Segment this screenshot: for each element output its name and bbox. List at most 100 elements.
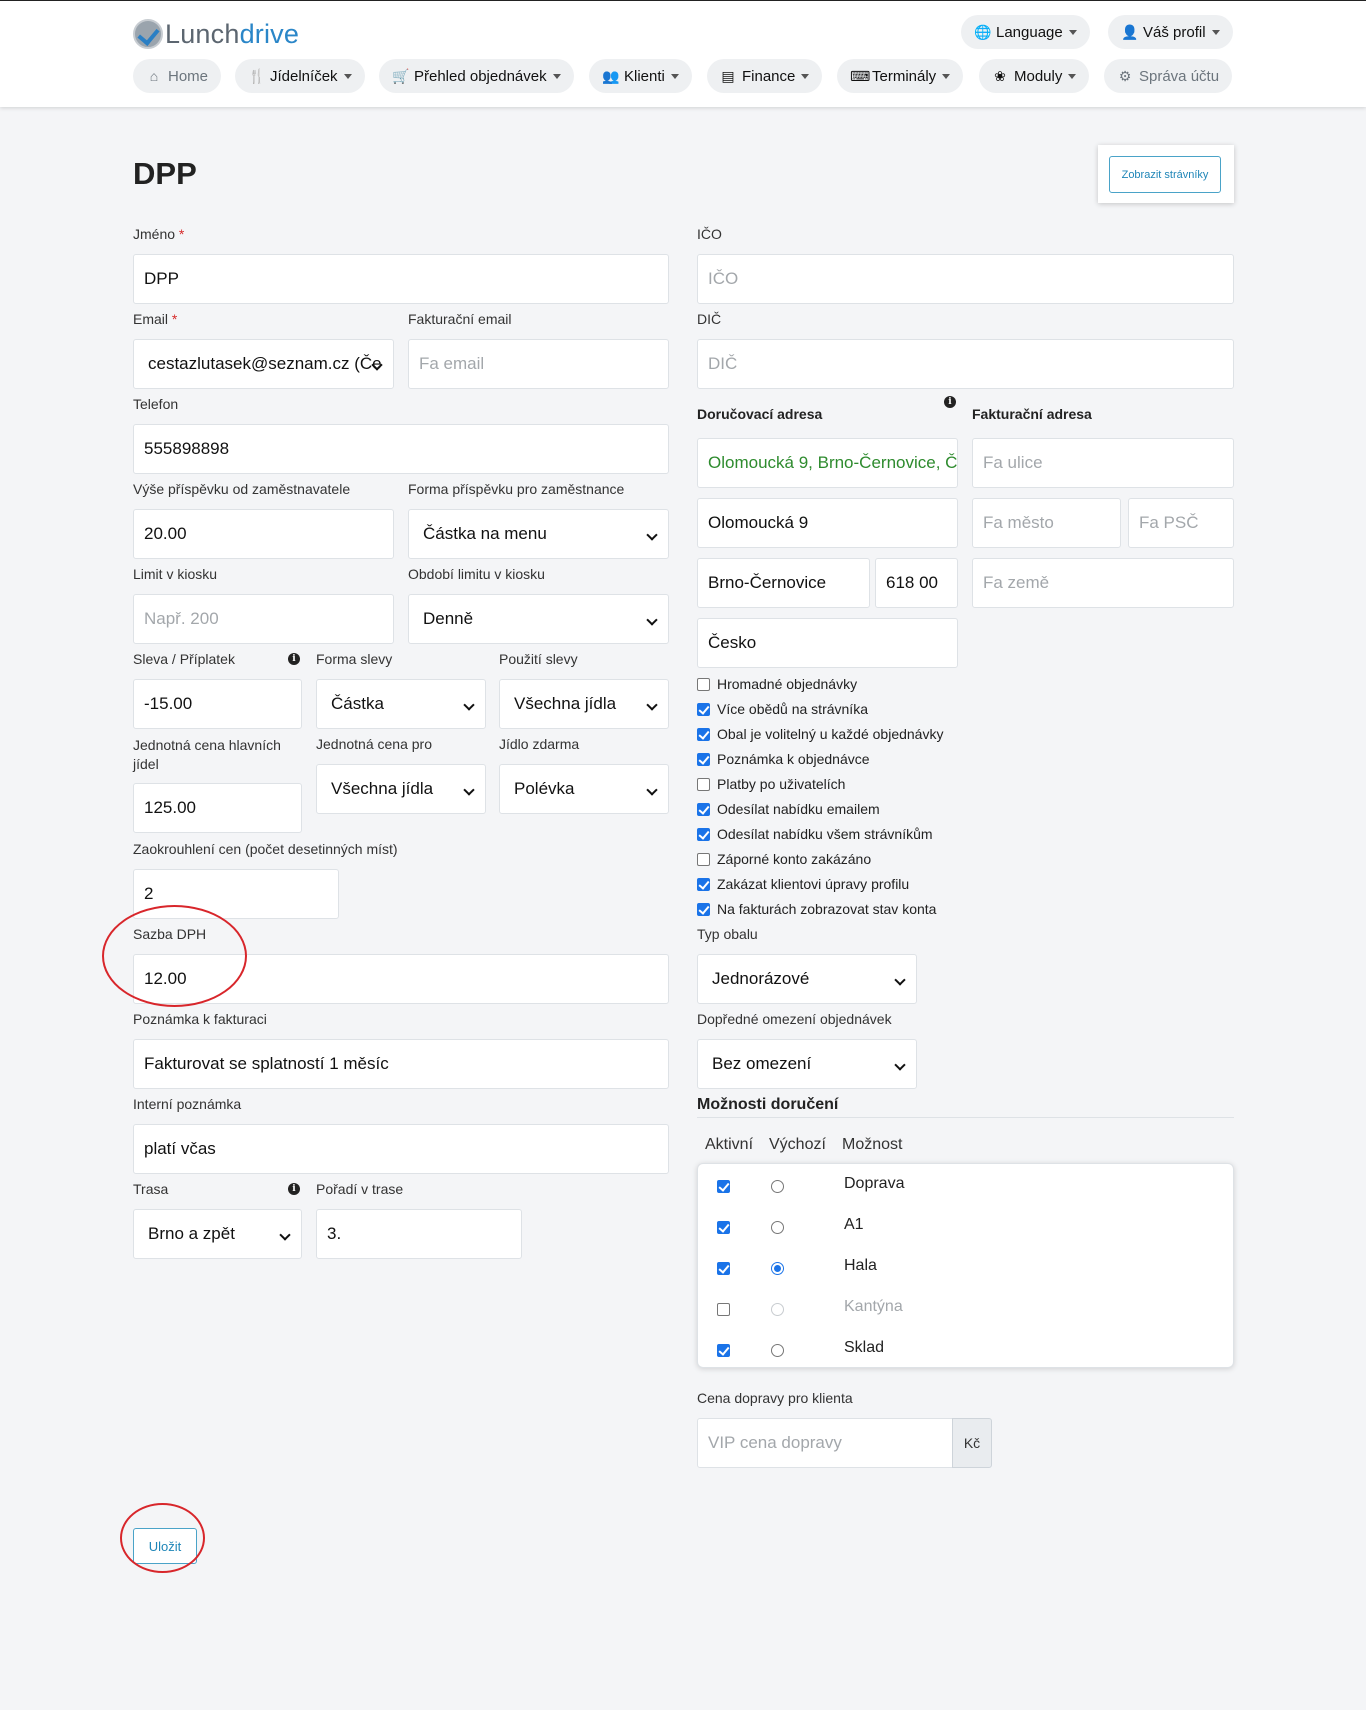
option-name: Sklad bbox=[844, 1339, 885, 1356]
delivery-street-input[interactable]: Olomoucká 9 bbox=[697, 498, 958, 548]
phone-label: Telefon bbox=[133, 396, 179, 412]
nav-clients[interactable]: 👥 Klienti bbox=[589, 59, 692, 93]
checkbox-disable-profile-edit[interactable]: Zakázat klientovi úpravy profilu bbox=[697, 876, 909, 892]
internal-note-input[interactable]: platí včas bbox=[133, 1124, 669, 1174]
contribution-form-select[interactable]: Částka na menu bbox=[408, 509, 669, 559]
show-diners-button[interactable]: Zobrazit strávníky bbox=[1109, 156, 1221, 193]
caret-down-icon bbox=[1068, 73, 1077, 79]
checkbox-send-offer-all[interactable]: Odesílat nabídku všem strávníkům bbox=[697, 826, 933, 842]
option-default-radio[interactable] bbox=[771, 1344, 784, 1357]
delivery-city-input[interactable]: Brno-Černovice bbox=[697, 558, 870, 608]
delivery-country-input[interactable]: Česko bbox=[697, 618, 958, 668]
checkbox-box[interactable] bbox=[697, 677, 710, 691]
checkbox-box[interactable] bbox=[697, 877, 710, 891]
route-order-input[interactable]: 3. bbox=[316, 1209, 522, 1259]
rounding-input[interactable]: 2 bbox=[133, 869, 339, 919]
divider bbox=[697, 1117, 1234, 1118]
nav-finance[interactable]: ▤ Finance bbox=[707, 59, 823, 93]
save-button[interactable]: Uložit bbox=[133, 1528, 197, 1564]
billing-zip-input[interactable]: Fa PSČ bbox=[1128, 498, 1234, 548]
route-select[interactable]: Brno a zpět bbox=[133, 1209, 302, 1259]
delivery-zip-input[interactable]: 618 00 bbox=[875, 558, 958, 608]
unit-price-for-select[interactable]: Všechna jídla bbox=[316, 764, 486, 814]
logo-text-lunch: Lunch bbox=[165, 18, 240, 49]
profile-dropdown[interactable]: 👤 Váš profil bbox=[1108, 15, 1233, 49]
caret-down-icon bbox=[343, 73, 352, 79]
contribution-form-label: Forma příspěvku pro zaměstnance bbox=[408, 481, 625, 497]
checkbox-invoice-balance[interactable]: Na fakturách zobrazovat stav konta bbox=[697, 901, 936, 917]
modules-icon: ❀ bbox=[994, 67, 1006, 84]
phone-input[interactable]: 555898898 bbox=[133, 424, 669, 474]
kiosk-period-select[interactable]: Denně bbox=[408, 594, 669, 644]
option-active-checkbox[interactable] bbox=[717, 1344, 730, 1357]
option-default-radio[interactable] bbox=[771, 1262, 784, 1275]
unit-price-label: Jednotná cena hlavních jídel bbox=[133, 737, 281, 772]
invoice-note-label: Poznámka k fakturaci bbox=[133, 1011, 267, 1027]
checkbox-box[interactable] bbox=[697, 827, 710, 841]
info-icon[interactable]: i bbox=[288, 1183, 300, 1195]
name-input[interactable]: DPP bbox=[133, 254, 669, 304]
nav-modules-label: Moduly bbox=[1014, 67, 1063, 85]
unit-price-input[interactable]: 125.00 bbox=[133, 783, 302, 833]
discount-use-select[interactable]: Všechna jídla bbox=[499, 679, 669, 729]
kiosk-limit-input[interactable]: Např. 200 bbox=[133, 594, 394, 644]
checkbox-optional-packaging[interactable]: Obal je volitelný u každé objednávky bbox=[697, 726, 943, 742]
language-dropdown[interactable]: 🌐 Language bbox=[961, 15, 1090, 49]
dic-input[interactable]: DIČ bbox=[697, 339, 1234, 389]
billing-city-input[interactable]: Fa město bbox=[972, 498, 1121, 548]
option-default-radio[interactable] bbox=[771, 1221, 784, 1234]
email-select[interactable]: cestazlutasek@seznam.cz (Če bbox=[133, 339, 394, 389]
discount-input[interactable]: -15.00 bbox=[133, 679, 302, 729]
checkbox-box[interactable] bbox=[697, 752, 710, 766]
option-active-checkbox[interactable] bbox=[717, 1303, 730, 1316]
vat-input[interactable]: 12.00 bbox=[133, 954, 669, 1004]
keyboard-icon: ⌨ bbox=[850, 67, 871, 84]
checkbox-box[interactable] bbox=[697, 702, 710, 716]
info-icon[interactable]: i bbox=[944, 396, 956, 408]
ico-input[interactable]: IČO bbox=[697, 254, 1234, 304]
col-active-header: Aktivní bbox=[705, 1136, 754, 1153]
packaging-select[interactable]: Jednorázové bbox=[697, 954, 917, 1004]
vat-label: Sazba DPH bbox=[133, 926, 207, 942]
nav-account[interactable]: ⚙ Správa účtu bbox=[1104, 59, 1233, 93]
billing-country-input[interactable]: Fa země bbox=[972, 558, 1234, 608]
nav-orders[interactable]: 🛒 Přehled objednávek bbox=[379, 59, 574, 93]
checkbox-box[interactable] bbox=[697, 727, 710, 741]
globe-icon: 🌐 bbox=[974, 23, 992, 40]
option-active-checkbox[interactable] bbox=[717, 1180, 730, 1193]
billing-street-input[interactable]: Fa ulice bbox=[972, 438, 1234, 488]
delivery-address-search[interactable]: Olomoucká 9, Brno-Černovice, Če bbox=[697, 438, 958, 488]
home-icon: ⌂ bbox=[149, 68, 159, 84]
nav-orders-label: Přehled objednávek bbox=[414, 67, 547, 85]
transport-price-input[interactable]: VIP cena dopravy bbox=[697, 1418, 953, 1468]
checkbox-bulk-orders[interactable]: Hromadné objednávky bbox=[697, 676, 857, 692]
invoice-note-input[interactable]: Fakturovat se splatností 1 měsíc bbox=[133, 1039, 669, 1089]
option-name: A1 bbox=[844, 1216, 864, 1233]
checkbox-user-payments[interactable]: Platby po uživatelích bbox=[697, 776, 845, 792]
packaging-label: Typ obalu bbox=[697, 926, 758, 942]
option-active-checkbox[interactable] bbox=[717, 1262, 730, 1275]
checkbox-box[interactable] bbox=[697, 852, 710, 866]
checkbox-negative-balance[interactable]: Záporné konto zakázáno bbox=[697, 851, 871, 867]
checkbox-box[interactable] bbox=[697, 802, 710, 816]
option-active-checkbox[interactable] bbox=[717, 1221, 730, 1234]
checkbox-multiple-lunches[interactable]: Více obědů na strávníka bbox=[697, 701, 868, 717]
checkbox-send-offer-email[interactable]: Odesílat nabídku emailem bbox=[697, 801, 880, 817]
nav-menu[interactable]: 🍴 Jídelníček bbox=[235, 59, 365, 93]
nav-home[interactable]: ⌂ Home bbox=[133, 59, 222, 93]
free-meal-select[interactable]: Polévka bbox=[499, 764, 669, 814]
language-label: Language bbox=[996, 23, 1063, 41]
option-default-radio[interactable] bbox=[771, 1180, 784, 1193]
discount-form-select[interactable]: Částka bbox=[316, 679, 486, 729]
nav-terminals[interactable]: ⌨ Terminály bbox=[837, 59, 964, 93]
info-icon[interactable]: i bbox=[288, 653, 300, 665]
nav-modules[interactable]: ❀ Moduly bbox=[979, 59, 1090, 93]
checkbox-order-note[interactable]: Poznámka k objednávce bbox=[697, 751, 870, 767]
contribution-input[interactable]: 20.00 bbox=[133, 509, 394, 559]
lunchdrive-logo[interactable]: Lunchdrive bbox=[133, 17, 299, 51]
billing-email-label: Fakturační email bbox=[408, 311, 512, 327]
billing-email-input[interactable]: Fa email bbox=[408, 339, 669, 389]
checkbox-box[interactable] bbox=[697, 902, 710, 916]
order-limit-select[interactable]: Bez omezení bbox=[697, 1039, 917, 1089]
checkbox-box[interactable] bbox=[697, 777, 710, 791]
